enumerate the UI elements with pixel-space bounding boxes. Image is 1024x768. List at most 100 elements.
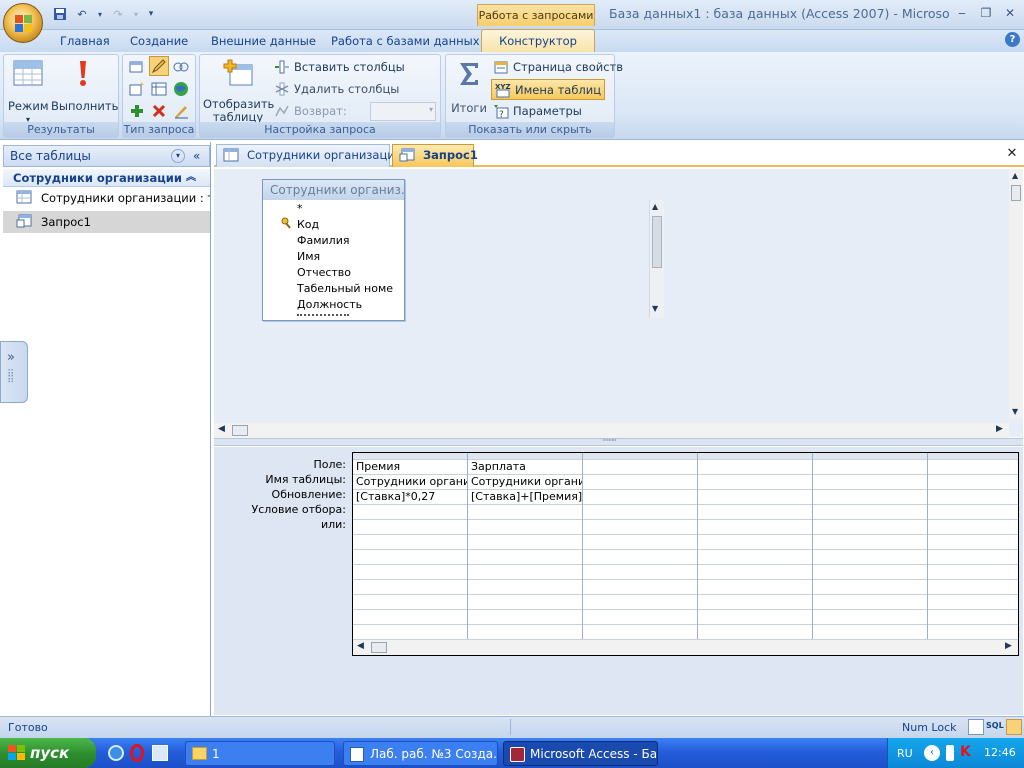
- expand-nav-handle[interactable]: » ⠿ ⠿: [0, 341, 28, 403]
- field-item[interactable]: *: [297, 202, 303, 215]
- scroll-up-icon[interactable]: ▲: [652, 202, 658, 211]
- field-item[interactable]: Должность: [297, 298, 362, 311]
- taskbar-item-access[interactable]: Microsoft Access - Ба...: [503, 741, 658, 766]
- scroll-thumb[interactable]: [232, 425, 248, 436]
- union-query-button[interactable]: [173, 57, 189, 77]
- grid-cell-table[interactable]: Сотрудники организ: [353, 474, 467, 489]
- help-icon[interactable]: ?: [1005, 32, 1020, 47]
- grid-cell-field[interactable]: Зарплата: [468, 459, 582, 474]
- doc-tab-table[interactable]: Сотрудники организации: [216, 144, 402, 167]
- ie-icon[interactable]: [108, 745, 124, 761]
- field-item[interactable]: Код: [297, 218, 319, 231]
- insert-columns-button[interactable]: Вставить столбцы: [274, 57, 405, 77]
- field-item[interactable]: Отчество: [297, 266, 351, 279]
- scroll-right-icon[interactable]: ▶: [996, 424, 1003, 434]
- field-item[interactable]: Фамилия: [297, 234, 349, 247]
- nav-collapse-icon[interactable]: «: [193, 146, 200, 166]
- scroll-thumb[interactable]: [652, 216, 662, 268]
- data-definition-icon: [175, 106, 188, 119]
- nav-group-header[interactable]: Сотрудники организации ︽: [3, 169, 210, 187]
- scroll-down-icon[interactable]: ▼: [1012, 407, 1018, 416]
- show-table-button[interactable]: Отобразить таблицу: [203, 59, 274, 124]
- tab-create[interactable]: Создание: [120, 33, 198, 52]
- delete-columns-label: Удалить столбцы: [294, 82, 400, 96]
- undo-dropdown-icon[interactable]: ▾: [96, 6, 104, 22]
- insert-columns-icon: [275, 60, 289, 74]
- doc-tab-query[interactable]: Запрос1: [392, 144, 478, 167]
- make-table-query-button[interactable]: [129, 79, 145, 99]
- tab-external-data[interactable]: Внешние данные: [201, 33, 326, 52]
- undo-icon[interactable]: ↶: [74, 6, 90, 22]
- append-query-button[interactable]: [129, 101, 145, 121]
- grid-horizontal-scrollbar[interactable]: ◀ ▶: [353, 639, 1018, 655]
- delete-query-button[interactable]: [151, 101, 167, 121]
- nav-menu-dropdown-icon[interactable]: ▾: [171, 149, 185, 163]
- taskbar-item-folder[interactable]: 1: [185, 741, 335, 766]
- group-query-type: Тип запроса: [122, 54, 196, 138]
- scroll-thumb[interactable]: [371, 642, 387, 653]
- system-tray: RU ‹ K 12:46: [887, 738, 1024, 768]
- grid-cell-field[interactable]: Премия: [353, 459, 467, 474]
- field-item[interactable]: Имя: [297, 250, 320, 263]
- crosstab-query-button[interactable]: [151, 79, 167, 99]
- taskbar-item-word[interactable]: Лаб. раб. №3 Созда...: [343, 741, 498, 766]
- datasheet-view-icon[interactable]: [968, 719, 984, 735]
- scroll-thumb[interactable]: [1011, 185, 1021, 201]
- design-view-icon[interactable]: [1006, 719, 1022, 735]
- parameters-button[interactable]: ? Параметры: [493, 101, 582, 121]
- field-list-scrollbar[interactable]: ▲ ▼: [649, 200, 664, 318]
- property-sheet-button[interactable]: Страница свойств: [493, 57, 623, 77]
- view-button[interactable]: Режим ▾: [8, 59, 49, 124]
- scroll-left-icon[interactable]: ◀: [218, 424, 225, 434]
- run-label: Выполнить: [51, 99, 119, 113]
- field-list-window[interactable]: Сотрудники организ... * Код Фамилия Имя …: [262, 179, 664, 321]
- grid-cell-table[interactable]: Сотрудники организ: [468, 474, 582, 489]
- close-button[interactable]: ✕: [999, 4, 1021, 22]
- scroll-right-icon[interactable]: ▶: [1005, 641, 1012, 651]
- scroll-left-icon[interactable]: ◀: [357, 641, 364, 651]
- grid-cell-update[interactable]: [Ставка]+[Премия]: [468, 489, 582, 504]
- office-button[interactable]: [3, 3, 43, 43]
- tray-app-icon[interactable]: [946, 745, 954, 761]
- antivirus-icon[interactable]: K: [960, 744, 971, 760]
- table-names-button[interactable]: XYZ Имена таблиц: [491, 79, 606, 100]
- show-table-icon: [223, 59, 253, 86]
- doc-tab-label: Запрос1: [423, 148, 478, 162]
- scroll-down-icon[interactable]: ▼: [652, 304, 658, 313]
- nav-item-query[interactable]: Запрос1: [3, 211, 210, 233]
- restore-button[interactable]: ❐: [975, 4, 997, 22]
- return-select[interactable]: ▾: [370, 102, 436, 121]
- collapse-group-icon[interactable]: ︽: [186, 169, 196, 187]
- redo-icon[interactable]: ↷: [110, 6, 126, 22]
- tab-design[interactable]: Конструктор: [481, 29, 595, 53]
- opera-icon[interactable]: [130, 744, 144, 762]
- minimize-button[interactable]: ‒: [951, 4, 973, 22]
- pane-splitter[interactable]: ·········: [214, 436, 1023, 446]
- tab-database-tools[interactable]: Работа с базами данных: [321, 33, 490, 52]
- customize-qat-icon[interactable]: ▾: [146, 6, 156, 22]
- show-hidden-icons-icon[interactable]: ‹: [924, 745, 940, 761]
- redo-dropdown-icon[interactable]: ▾: [132, 6, 140, 22]
- update-query-button[interactable]: [149, 56, 169, 76]
- language-indicator[interactable]: RU: [897, 747, 913, 760]
- totals-button[interactable]: Итоги: [450, 59, 488, 119]
- close-document-icon[interactable]: ✕: [1004, 146, 1020, 162]
- nav-item-table[interactable]: Сотрудники организации : т...: [3, 187, 210, 209]
- tab-home[interactable]: Главная: [50, 33, 120, 52]
- row-label-update: Обновление:: [271, 488, 346, 501]
- union-query-icon: [173, 62, 189, 72]
- upper-vertical-scrollbar[interactable]: ▲ ▼: [1009, 169, 1023, 419]
- run-button[interactable]: Выполнить: [51, 59, 119, 119]
- nav-pane-header[interactable]: Все таблицы ▾ «: [3, 145, 210, 167]
- start-button[interactable]: пуск: [0, 738, 96, 768]
- scroll-up-icon[interactable]: ▲: [1012, 171, 1018, 180]
- select-query-button[interactable]: [129, 57, 145, 77]
- sql-view-icon[interactable]: SQL: [986, 721, 1004, 730]
- grid-cell-update[interactable]: [Ставка]*0,27: [353, 489, 467, 504]
- field-item[interactable]: Табельный номе: [297, 282, 393, 295]
- save-icon[interactable]: [52, 6, 68, 22]
- delete-columns-button[interactable]: Удалить столбцы: [274, 79, 399, 99]
- desktop-icon[interactable]: [152, 745, 168, 761]
- pass-through-query-button[interactable]: [173, 79, 189, 99]
- data-definition-query-button[interactable]: [173, 101, 189, 121]
